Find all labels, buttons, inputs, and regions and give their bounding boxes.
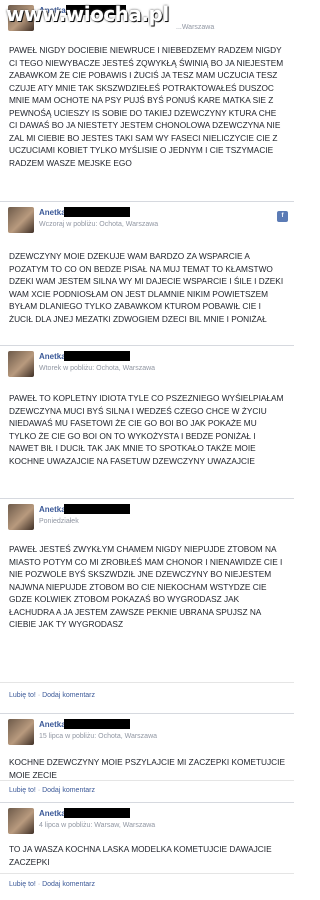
post-actions: Lubię to! · Dodaj komentarz <box>9 692 95 699</box>
divider <box>0 682 294 683</box>
post-meta: Poniedziałek <box>39 518 79 525</box>
author-name[interactable]: Anetka <box>39 720 66 729</box>
author-name[interactable]: Anetka <box>39 809 66 818</box>
post-meta: Wtorek w pobliżu: Ochota, Warszawa <box>39 365 156 372</box>
author-name[interactable]: Anetka <box>39 505 66 514</box>
author-name[interactable]: Anetka <box>39 208 66 217</box>
avatar[interactable] <box>8 808 34 834</box>
like-link[interactable]: Lubię to! <box>9 881 36 888</box>
comment-link[interactable]: Dodaj komentarz <box>42 787 95 794</box>
post-header: Anetka Wtorek w pobliżu: Ochota, Warszaw… <box>0 346 294 386</box>
post-1: Anetka ...Warszawa www.wiocha.pl PAWEŁ N… <box>0 0 294 200</box>
redaction-bar <box>64 719 130 729</box>
post-text: PAWEŁ NIGDY DOCIEBIE NIEWRUCE I NIEBEDZE… <box>9 45 284 168</box>
post-actions: Lubię to! · Dodaj komentarz <box>9 881 95 888</box>
divider <box>0 873 294 874</box>
post-header: Anetka Poniedziałek <box>0 499 294 539</box>
post-actions: Lubię to! · Dodaj komentarz <box>9 787 95 794</box>
post-meta: 4 lipca w pobliżu: Warsaw, Warszawa <box>39 822 156 829</box>
post-meta: Wczoraj w pobliżu: Ochota, Warszawa <box>39 221 159 228</box>
post-text: DZEWCZYNY MOIE DZEKUJE WAM BARDZO ZA WSP… <box>9 251 284 324</box>
avatar[interactable] <box>8 504 34 530</box>
post-text: PAWEŁ JESTEŚ ZWYKŁYM CHAMEM NIGDY NIEPUJ… <box>9 544 283 629</box>
post-header: Anetka Wczoraj w pobliżu: Ochota, Warsza… <box>0 202 294 242</box>
post-text: TO JA WASZA KOCHNA LASKA MODELKA KOMETUJ… <box>9 844 272 867</box>
post-text: KOCHNE DZEWCZYNY MOIE PSZYLAJCIE MI ZACZ… <box>9 757 285 780</box>
post-header: Anetka 15 lipca w pobliżu: Ochota, Warsz… <box>0 714 294 754</box>
post-meta: 15 lipca w pobliżu: Ochota, Warszawa <box>39 733 158 740</box>
comment-link[interactable]: Dodaj komentarz <box>42 692 95 699</box>
redaction-bar <box>64 351 130 361</box>
post-5: Anetka 15 lipca w pobliżu: Ochota, Warsz… <box>0 713 294 801</box>
post-text: PAWEŁ TO KOPLETNY IDIOTA TYLE CO PSZEZNI… <box>9 393 284 466</box>
post-meta: ...Warszawa <box>176 24 215 31</box>
author-name[interactable]: Anetka <box>39 352 66 361</box>
redaction-bar <box>64 504 130 514</box>
avatar[interactable] <box>8 207 34 233</box>
divider <box>0 780 294 781</box>
post-3: Anetka Wtorek w pobliżu: Ochota, Warszaw… <box>0 345 294 495</box>
facebook-icon[interactable]: f <box>277 211 288 222</box>
redaction-bar <box>64 207 130 217</box>
watermark-logo: www.wiocha.pl <box>6 2 169 26</box>
redaction-bar <box>64 808 130 818</box>
post-6: Anetka 4 lipca w pobliżu: Warsaw, Warsza… <box>0 802 294 900</box>
post-header: Anetka 4 lipca w pobliżu: Warsaw, Warsza… <box>0 803 294 843</box>
like-link[interactable]: Lubię to! <box>9 787 36 794</box>
avatar[interactable] <box>8 719 34 745</box>
like-link[interactable]: Lubię to! <box>9 692 36 699</box>
post-2: Anetka Wczoraj w pobliżu: Ochota, Warsza… <box>0 201 294 344</box>
avatar[interactable] <box>8 351 34 377</box>
comment-link[interactable]: Dodaj komentarz <box>42 881 95 888</box>
post-4: Anetka Poniedziałek PAWEŁ JESTEŚ ZWYKŁYM… <box>0 498 294 710</box>
